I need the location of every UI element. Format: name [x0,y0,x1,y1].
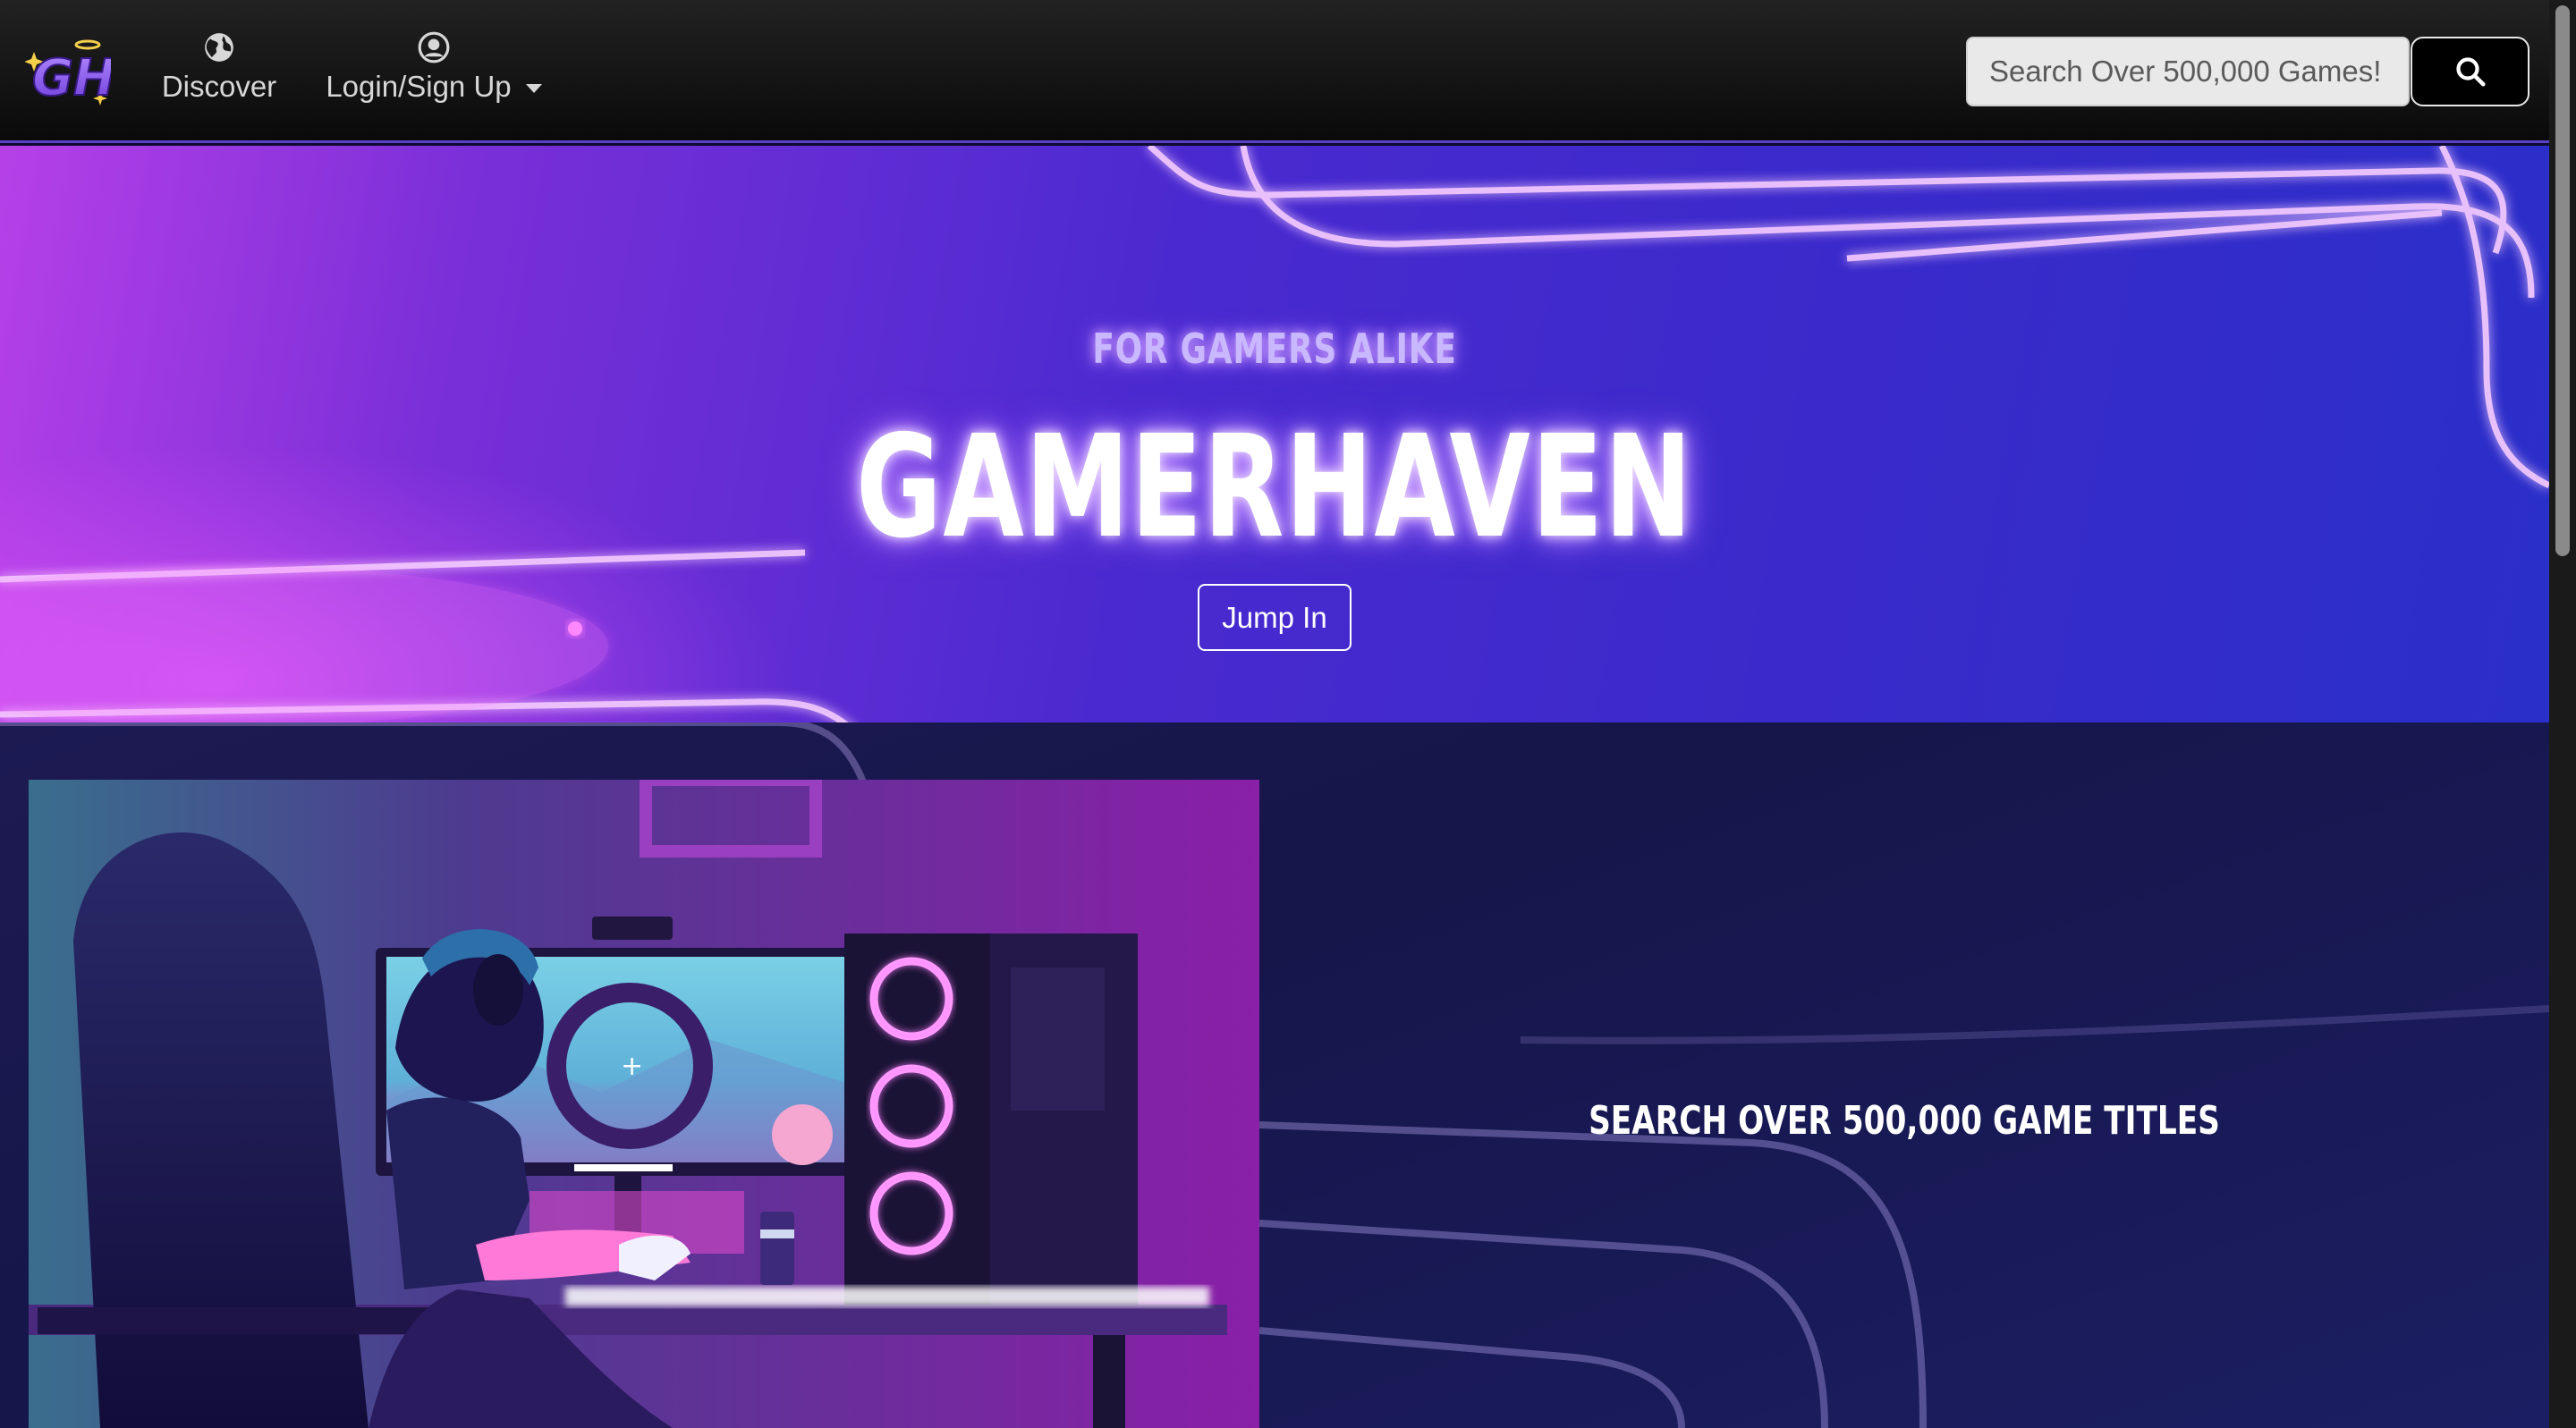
nav-login-label: Login/Sign Up [326,70,542,103]
nav-discover-label: Discover [161,70,277,103]
hero-title: GAMERHAVEN [855,405,1694,570]
svg-text:GH: GH [32,49,111,107]
hero-banner: FOR GAMERS ALIKE GAMERHAVEN Jump In [0,146,2549,722]
navbar: GH Discover Login/Sign Up [0,0,2549,143]
search-button[interactable] [2411,37,2529,106]
page-scrollbar[interactable] [2549,0,2576,1428]
gamer-at-desk-image: + [29,780,1259,1428]
nav-discover[interactable]: Discover [157,30,282,104]
search-promo-heading: SEARCH OVER 500,000 GAME TITLES [1589,1098,2220,1144]
brand-logo[interactable]: GH [24,36,116,111]
jump-in-button[interactable]: Jump In [1198,584,1352,651]
hero-subtitle: FOR GAMERS ALIKE [1092,325,1457,373]
scrollbar-thumb[interactable] [2555,5,2570,556]
search-input[interactable] [1966,37,2410,106]
caret-down-icon [525,84,542,94]
user-circle-icon [418,31,450,63]
svg-text:+: + [621,1051,643,1082]
gamer-illustration: + [29,780,1259,1428]
gh-logo-icon: GH [24,39,116,108]
search-promo-section: + SEARCH OVER 500,000 GAME TITLES [0,722,2549,1428]
nav-login-dropdown[interactable]: Login/Sign Up [318,30,550,104]
search-icon [2455,57,2485,87]
globe-icon [205,33,233,62]
